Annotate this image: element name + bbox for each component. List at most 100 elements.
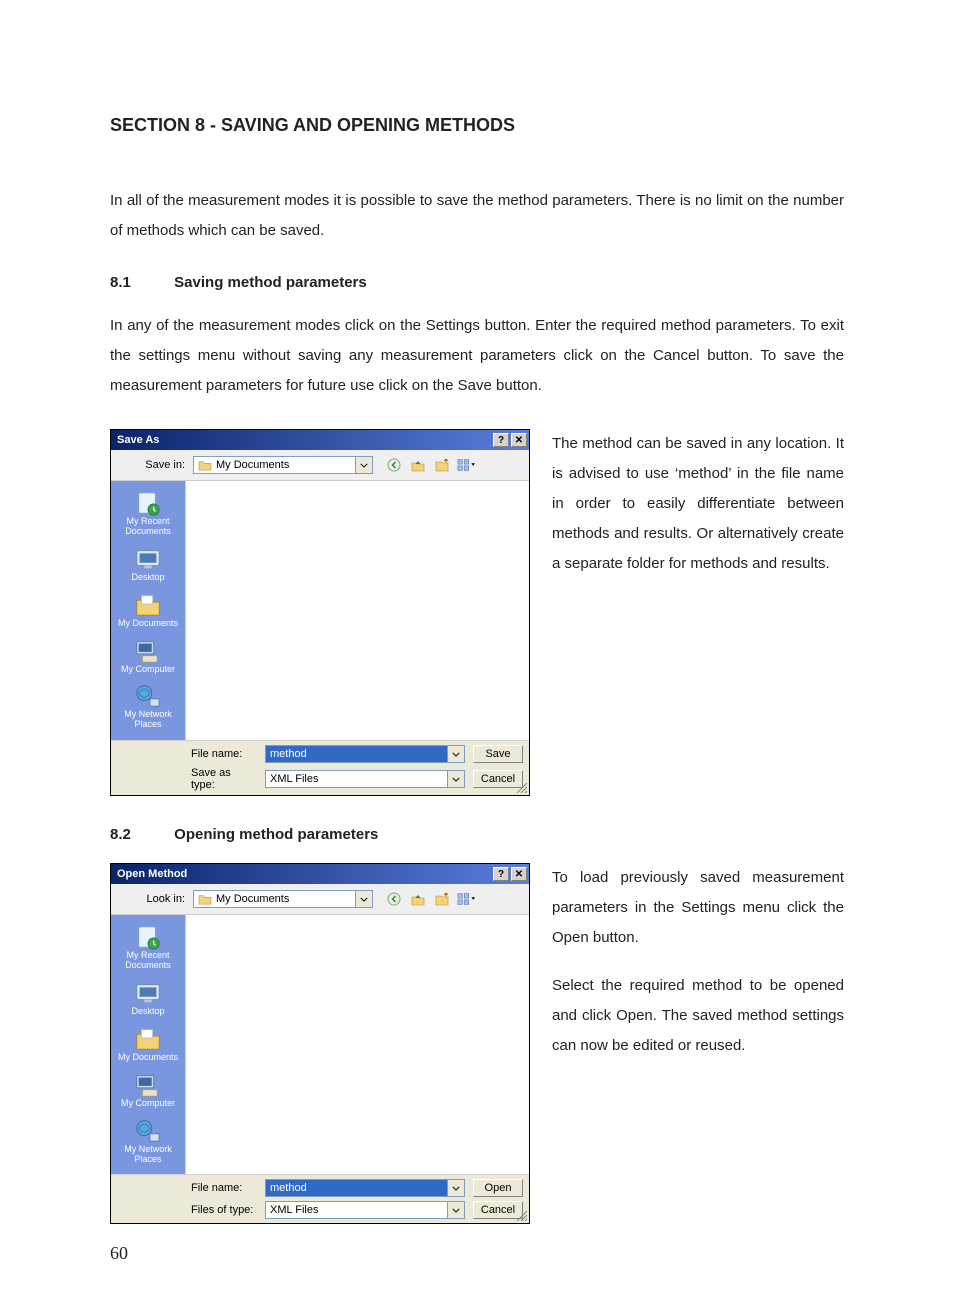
places-desktop[interactable]: Desktop [114,543,182,587]
my-documents-icon [133,591,163,619]
filename-row: File name: method Save [191,745,523,763]
dialog-titlebar[interactable]: Save As ? ✕ [111,430,529,450]
subheading-text: Saving method parameters [174,274,367,291]
dialog-body: My Recent Documents Desktop My Documents [111,915,529,1174]
side-paragraph: To load previously saved measurement par… [552,863,844,953]
file-list-area[interactable] [185,915,529,1174]
chevron-down-icon [355,457,372,473]
side-paragraph: The method can be saved in any location.… [552,429,844,579]
subheading-8-2: 8.2 Opening method parameters [110,826,844,843]
close-icon: ✕ [515,869,523,880]
places-label: My Recent Documents [114,951,182,971]
network-places-icon [133,1117,163,1145]
help-button[interactable]: ? [493,433,509,447]
places-label: My Documents [118,1053,178,1063]
my-computer-icon [133,1071,163,1099]
filename-input[interactable]: method [265,745,465,763]
filename-label: File name: [191,1182,257,1194]
chevron-down-icon [447,771,464,787]
filename-input[interactable]: method [265,1179,465,1197]
savein-dropdown[interactable]: My Documents [193,456,373,474]
folder-icon [198,893,212,905]
filename-label: File name: [191,748,257,760]
page-number: 60 [110,1243,128,1264]
file-list-area[interactable] [185,481,529,740]
desktop-icon [133,979,163,1007]
places-label: Desktop [131,573,164,583]
save-as-dialog: Save As ? ✕ Save in: My Documents [110,429,530,796]
my-computer-icon [133,637,163,665]
places-mycomputer[interactable]: My Computer [114,635,182,679]
filetype-label: Files of type: [191,1204,257,1216]
places-label: My Computer [121,665,175,675]
side-paragraph: Select the required method to be opened … [552,971,844,1061]
filetype-label: Save as type: [191,767,257,791]
new-folder-icon[interactable] [433,890,451,908]
recent-documents-icon [133,923,163,951]
chevron-down-icon [447,1202,464,1218]
close-button[interactable]: ✕ [511,433,527,447]
my-documents-icon [133,1025,163,1053]
dialog-titlebar[interactable]: Open Method ? ✕ [111,864,529,884]
save-figure-row: Save As ? ✕ Save in: My Documents [110,429,844,796]
toolbar-icons [385,890,475,908]
places-mydocs[interactable]: My Documents [114,1023,182,1067]
intro-paragraph: In all of the measurement modes it is po… [110,186,844,246]
filetype-dropdown[interactable]: XML Files [265,770,465,788]
open-method-dialog: Open Method ? ✕ Look in: My Documents [110,863,530,1224]
places-label: My Network Places [114,710,182,730]
places-recent[interactable]: My Recent Documents [114,921,182,975]
up-one-level-icon[interactable] [409,890,427,908]
dialog-title: Save As [117,434,159,446]
titlebar-buttons: ? ✕ [493,433,527,447]
dialog-body: My Recent Documents Desktop My Documents [111,481,529,740]
places-label: Desktop [131,1007,164,1017]
open-figure-row: Open Method ? ✕ Look in: My Documents [110,863,844,1224]
close-button[interactable]: ✕ [511,867,527,881]
views-menu-icon[interactable] [457,890,475,908]
places-mydocs[interactable]: My Documents [114,589,182,633]
titlebar-buttons: ? ✕ [493,867,527,881]
filetype-row: Save as type: XML Files Cancel [191,767,523,791]
chevron-down-icon [447,1180,464,1196]
help-button[interactable]: ? [493,867,509,881]
places-network[interactable]: My Network Places [114,680,182,734]
places-bar: My Recent Documents Desktop My Documents [111,481,185,740]
filetype-row: Files of type: XML Files Cancel [191,1201,523,1219]
close-icon: ✕ [515,435,523,446]
filename-value: method [266,1182,447,1194]
lookin-value: My Documents [216,893,355,905]
resize-grip-icon[interactable] [515,1209,527,1221]
filename-value: method [266,748,447,760]
resize-grip-icon[interactable] [515,781,527,793]
back-icon[interactable] [385,456,403,474]
subheading-number: 8.2 [110,826,170,843]
places-network[interactable]: My Network Places [114,1115,182,1169]
side-text-8-2: To load previously saved measurement par… [552,863,844,1079]
dialog-toolbar: Look in: My Documents [111,884,529,915]
toolbar-icons [385,456,475,474]
places-label: My Recent Documents [114,517,182,537]
places-desktop[interactable]: Desktop [114,977,182,1021]
up-one-level-icon[interactable] [409,456,427,474]
dialog-title: Open Method [117,868,187,880]
network-places-icon [133,682,163,710]
places-recent[interactable]: My Recent Documents [114,487,182,541]
places-mycomputer[interactable]: My Computer [114,1069,182,1113]
subheading-text: Opening method parameters [174,826,378,843]
views-menu-icon[interactable] [457,456,475,474]
section-title: SECTION 8 - SAVING AND OPENING METHODS [110,115,844,136]
lookin-dropdown[interactable]: My Documents [193,890,373,908]
paragraph-8-1: In any of the measurement modes click on… [110,311,844,401]
filetype-dropdown[interactable]: XML Files [265,1201,465,1219]
savein-label: Save in: [117,459,189,471]
back-icon[interactable] [385,890,403,908]
new-folder-icon[interactable] [433,456,451,474]
document-page: SECTION 8 - SAVING AND OPENING METHODS I… [0,0,954,1294]
chevron-down-icon [355,891,372,907]
dialog-toolbar: Save in: My Documents [111,450,529,481]
places-label: My Documents [118,619,178,629]
side-text-8-1: The method can be saved in any location.… [552,429,844,597]
open-button[interactable]: Open [473,1179,523,1197]
save-button[interactable]: Save [473,745,523,763]
